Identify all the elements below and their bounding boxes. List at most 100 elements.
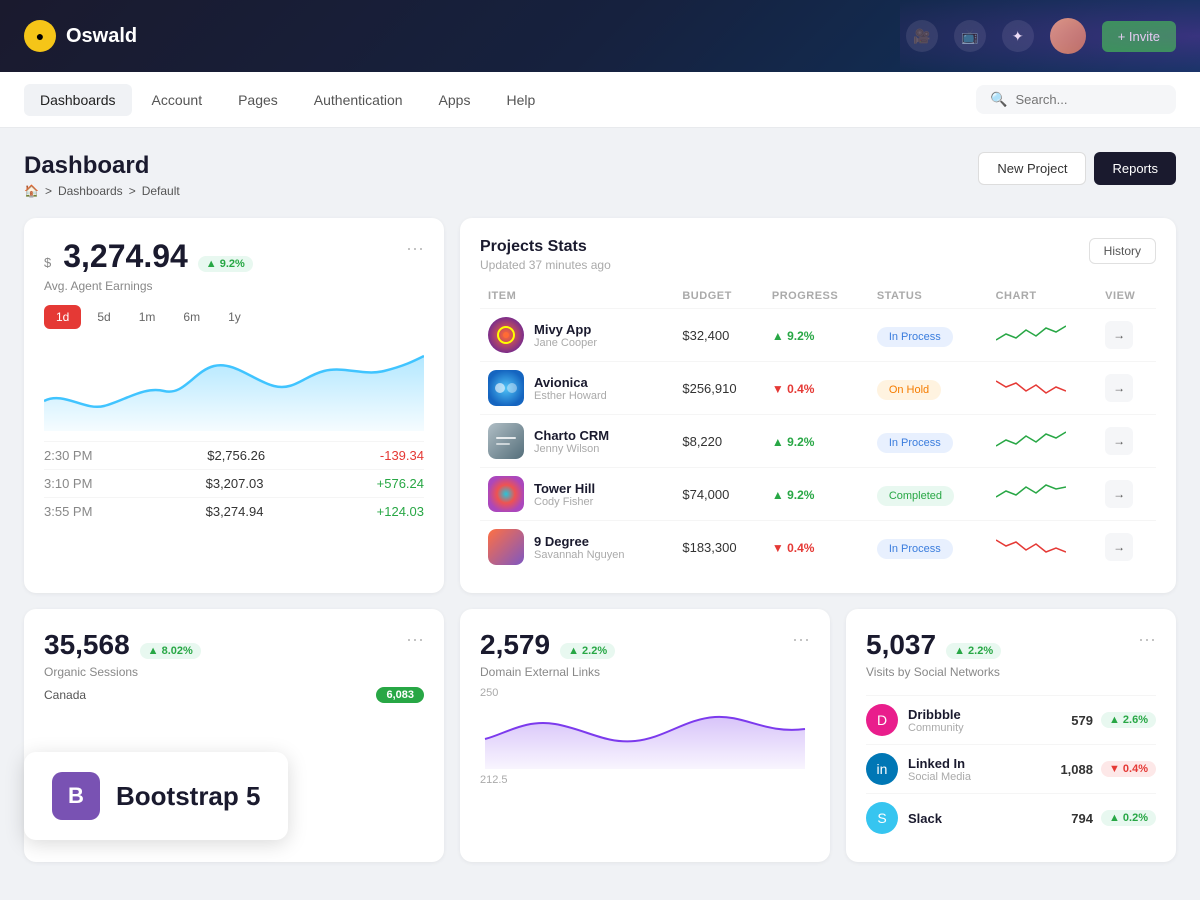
- linkedin-icon: in: [866, 753, 898, 785]
- view-btn-2[interactable]: →: [1105, 374, 1133, 402]
- slack-badge: ▲ 0.2%: [1101, 810, 1156, 826]
- budget-1: $32,400: [674, 309, 764, 362]
- reports-button[interactable]: Reports: [1094, 152, 1176, 185]
- budget-4: $74,000: [674, 468, 764, 521]
- social-header: 5,037 ▲ 2.2% Visits by Social Networks ·…: [866, 629, 1156, 691]
- domain-header: 2,579 ▲ 2.2% Domain External Links ···: [480, 629, 810, 679]
- value-3: $3,274.94: [206, 504, 264, 519]
- project-name-2: Avionica: [534, 375, 607, 390]
- earnings-card: $ 3,274.94 ▲ 9.2% Avg. Agent Earnings ··…: [24, 218, 444, 593]
- slack-name: Slack: [908, 811, 942, 826]
- col-chart: CHART: [988, 284, 1098, 309]
- avatar[interactable]: [1050, 18, 1086, 54]
- top-bar: ● Oswald 🎥 📺 ✦ + Invite: [0, 0, 1200, 72]
- earnings-label: Avg. Agent Earnings: [44, 279, 253, 293]
- social-item-linkedin: in Linked In Social Media 1,088 ▼ 0.4%: [866, 744, 1156, 793]
- view-btn-5[interactable]: →: [1105, 533, 1133, 561]
- social-more-button[interactable]: ···: [1138, 629, 1156, 650]
- organic-header: 35,568 ▲ 8.02% Organic Sessions ···: [44, 629, 424, 679]
- organic-more-button[interactable]: ···: [406, 629, 424, 650]
- screen-icon[interactable]: 📺: [954, 20, 986, 52]
- nav-account[interactable]: Account: [136, 84, 219, 116]
- domain-number: 2,579: [480, 629, 550, 661]
- nav-apps[interactable]: Apps: [423, 84, 487, 116]
- projects-table: ITEM BUDGET PROGRESS STATUS CHART VIEW: [480, 284, 1156, 573]
- project-name-4: Tower Hill: [534, 481, 595, 496]
- country-name: Canada: [44, 688, 86, 702]
- page-title-area: Dashboard 🏠 > Dashboards > Default: [24, 152, 180, 198]
- nav-help[interactable]: Help: [490, 84, 551, 116]
- progress-1: ▲ 9.2%: [772, 329, 815, 343]
- bootstrap-icon: B: [52, 772, 100, 820]
- budget-5: $183,300: [674, 521, 764, 574]
- status-3: In Process: [877, 433, 953, 453]
- table-row: 9 Degree Savannah Nguyen $183,300 ▼ 0.4%…: [480, 521, 1156, 574]
- project-icon-3: [488, 423, 524, 459]
- chart-label-250: 250: [480, 687, 810, 699]
- earnings-amount: $ 3,274.94 ▲ 9.2%: [44, 238, 253, 275]
- nav-authentication[interactable]: Authentication: [298, 84, 419, 116]
- domain-label: Domain External Links: [480, 665, 615, 679]
- filter-6m[interactable]: 6m: [171, 305, 212, 329]
- project-item-4: Tower Hill Cody Fisher: [488, 476, 666, 512]
- view-btn-3[interactable]: →: [1105, 427, 1133, 455]
- chart-4: [996, 481, 1066, 505]
- earnings-more-button[interactable]: ···: [406, 238, 424, 259]
- history-button[interactable]: History: [1089, 238, 1156, 264]
- earnings-amount-area: $ 3,274.94 ▲ 9.2% Avg. Agent Earnings: [44, 238, 253, 293]
- value-1: $2,756.26: [207, 448, 265, 463]
- dribbble-badge: ▲ 2.6%: [1101, 712, 1156, 728]
- breadcrumb-default: Default: [142, 184, 180, 198]
- share-icon[interactable]: ✦: [1002, 20, 1034, 52]
- social-item-slack: S Slack 794 ▲ 0.2%: [866, 793, 1156, 842]
- table-row: Tower Hill Cody Fisher $74,000 ▲ 9.2% Co…: [480, 468, 1156, 521]
- filter-5d[interactable]: 5d: [85, 305, 122, 329]
- nav-dashboards[interactable]: Dashboards: [24, 84, 132, 116]
- search-input[interactable]: [1015, 92, 1155, 107]
- linkedin-count: 1,088: [1060, 762, 1093, 777]
- earnings-row-1: 2:30 PM $2,756.26 -139.34: [44, 441, 424, 469]
- col-budget: BUDGET: [674, 284, 764, 309]
- time-3: 3:55 PM: [44, 504, 92, 519]
- project-name-3: Charto CRM: [534, 428, 609, 443]
- dribbble-name: Dribbble: [908, 707, 964, 722]
- domain-more-button[interactable]: ···: [792, 629, 810, 650]
- change-1: -139.34: [380, 448, 424, 463]
- progress-3: ▲ 9.2%: [772, 435, 815, 449]
- project-name-5: 9 Degree: [534, 534, 625, 549]
- new-project-button[interactable]: New Project: [978, 152, 1086, 185]
- project-item-2: Avionica Esther Howard: [488, 370, 666, 406]
- view-btn-4[interactable]: →: [1105, 480, 1133, 508]
- breadcrumb-dashboards: Dashboards: [58, 184, 123, 198]
- camera-icon[interactable]: 🎥: [906, 20, 938, 52]
- table-row: Charto CRM Jenny Wilson $8,220 ▲ 9.2% In…: [480, 415, 1156, 468]
- col-view: VIEW: [1097, 284, 1156, 309]
- projects-title: Projects Stats: [480, 238, 611, 256]
- filter-1y[interactable]: 1y: [216, 305, 253, 329]
- project-icon-2: [488, 370, 524, 406]
- chart-3: [996, 428, 1066, 452]
- col-item: ITEM: [480, 284, 674, 309]
- projects-subtitle: Updated 37 minutes ago: [480, 258, 611, 272]
- project-icon-1: [488, 317, 524, 353]
- country-row: Canada 6,083: [44, 687, 424, 703]
- social-item-dribbble: D Dribbble Community 579 ▲ 2.6%: [866, 695, 1156, 744]
- breadcrumb-home: 🏠: [24, 184, 39, 198]
- social-number: 5,037: [866, 629, 936, 661]
- view-btn-1[interactable]: →: [1105, 321, 1133, 349]
- page-title: Dashboard: [24, 152, 180, 180]
- status-1: In Process: [877, 327, 953, 347]
- logo-icon: ●: [24, 20, 56, 52]
- progress-2: ▼ 0.4%: [772, 382, 815, 396]
- project-icon-5: [488, 529, 524, 565]
- projects-title-area: Projects Stats Updated 37 minutes ago: [480, 238, 611, 272]
- progress-4: ▲ 9.2%: [772, 488, 815, 502]
- filter-1m[interactable]: 1m: [127, 305, 168, 329]
- col-status: STATUS: [869, 284, 988, 309]
- social-label: Visits by Social Networks: [866, 665, 1001, 679]
- nav-pages[interactable]: Pages: [222, 84, 294, 116]
- slack-icon: S: [866, 802, 898, 834]
- invite-button[interactable]: + Invite: [1102, 21, 1176, 52]
- earnings-chart: [44, 341, 424, 431]
- filter-1d[interactable]: 1d: [44, 305, 81, 329]
